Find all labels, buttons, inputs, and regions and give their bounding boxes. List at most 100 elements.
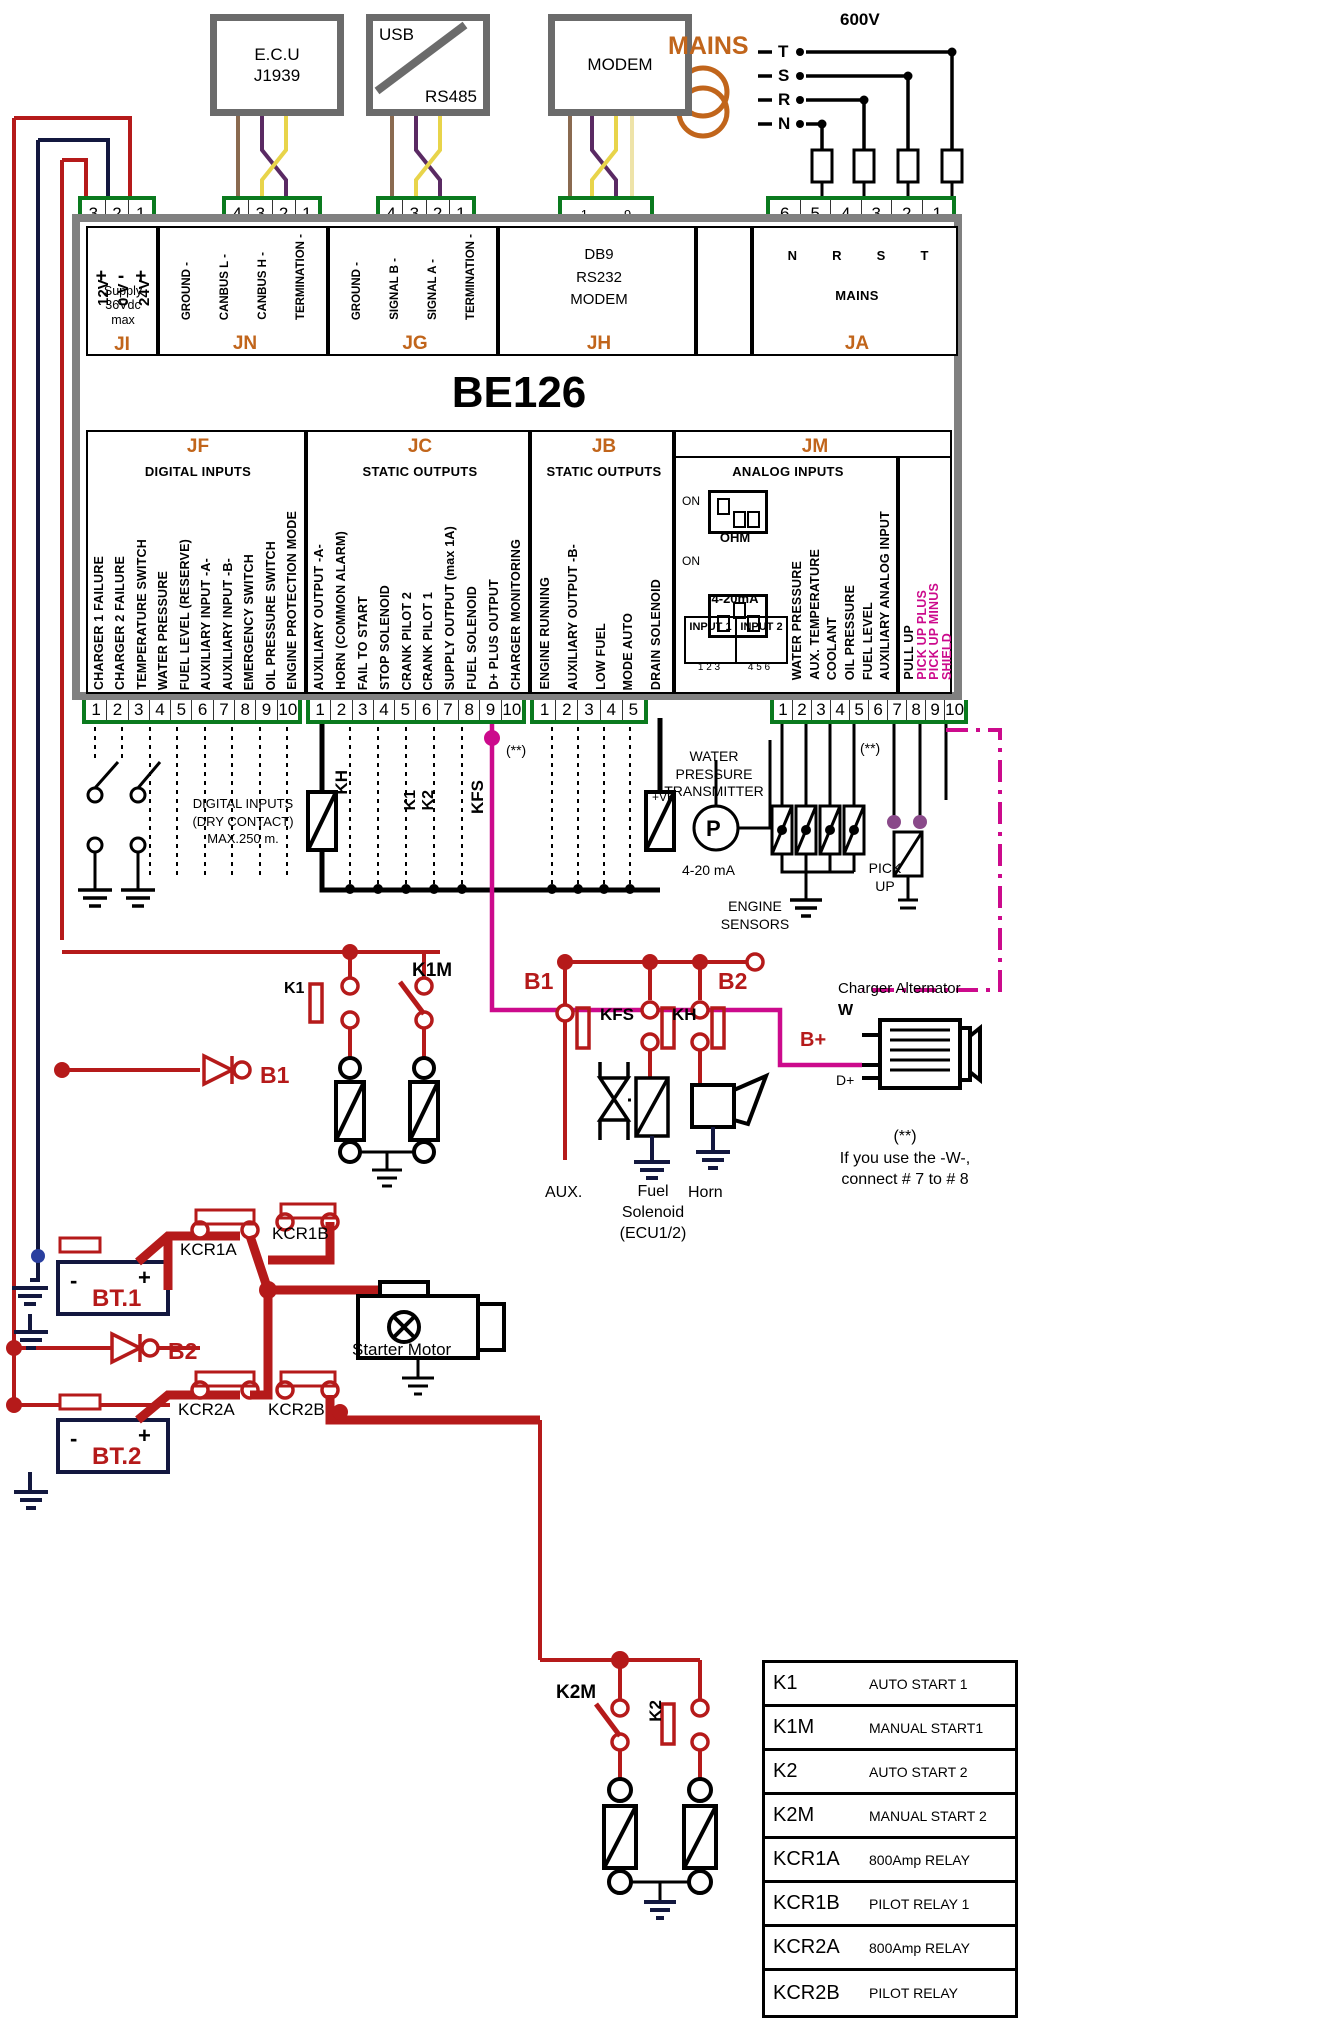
jc-bottom-pin-9[interactable]: 9 [480, 700, 502, 720]
connector-jb-bottom[interactable]: 1 2 3 4 5 [530, 700, 648, 724]
jm-bottom-pin-2[interactable]: 2 [793, 700, 813, 720]
jn-pin-label-3: CANBUS H - [257, 252, 269, 320]
label-kcr1a: KCR1A [180, 1240, 237, 1259]
jm-input-2: INPUT 2 [740, 621, 783, 633]
modem-label: MODEM [587, 55, 653, 75]
jf-bottom-pin-5[interactable]: 5 [171, 700, 193, 720]
tag-ji: JI [114, 334, 130, 355]
jc-bottom-pin-1[interactable]: 1 [310, 700, 332, 720]
label-kcr2a: KCR2A [178, 1400, 235, 1419]
pick-up-1: PICK [868, 860, 902, 876]
jm-bottom-pin-4[interactable]: 4 [831, 700, 851, 720]
tag-jn: JN [232, 333, 258, 354]
ja-pin-label-t: T [920, 248, 929, 263]
mains-phase-r: R [778, 90, 791, 109]
jn-pin-label-1: GROUND - [181, 261, 193, 320]
legend-desc-kcr2b: PILOT RELAY [869, 1985, 958, 2001]
jm-bottom-pin-5[interactable]: 5 [850, 700, 870, 720]
jc-bottom-pin-8[interactable]: 8 [459, 700, 481, 720]
jb-bottom-pin-3[interactable]: 3 [578, 700, 601, 720]
jf-title: DIGITAL INPUTS [144, 464, 252, 479]
label-k2-jc: K2 [420, 790, 437, 811]
jc-pin-label-4: STOP SOLENOID [377, 585, 392, 690]
legend-key-k2: K2 [773, 1760, 798, 1782]
horn-symbol [690, 1072, 770, 1129]
ecu-line-1: E.C.U [254, 44, 300, 64]
jf-bottom-pin-2[interactable]: 2 [107, 700, 129, 720]
jc-bottom-pin-10[interactable]: 10 [502, 700, 522, 720]
jf-bottom-pin-3[interactable]: 3 [129, 700, 150, 720]
page-title: BE126 [451, 368, 587, 417]
jm-420ma-label: 4-20mA [711, 591, 759, 606]
jn-pin-label-2: CANBUS L - [219, 253, 231, 320]
legend-table: K1 AUTO START 1 K1M MANUAL START1 K2 AUT… [762, 1660, 1018, 2018]
fuel-sol-2: Solenoid [621, 1203, 685, 1221]
jm-bottom-pin-1[interactable]: 1 [774, 700, 794, 720]
tag-jc: JC [407, 436, 433, 457]
battery-1-plus: + [138, 1265, 151, 1290]
asterisk-note-2: (**) [860, 740, 881, 756]
jc-bottom-pin-7[interactable]: 7 [438, 700, 460, 720]
legend-desc-k1m: MANUAL START1 [869, 1719, 984, 1736]
ja-title: MAINS [835, 288, 879, 303]
mains-fuse-icon [810, 148, 964, 184]
block-jb: JB STATIC OUTPUTS ENGINE RUNNING AUXILIA… [530, 430, 674, 694]
tag-ja: JA [844, 333, 870, 354]
jm-dip-2-nums: 4 5 6 [747, 662, 771, 673]
label-starter-motor: Starter Motor [352, 1340, 452, 1359]
jm-pin-label-1: WATER PRESSURE [790, 560, 804, 680]
jc-pin-label-9: D+ PLUS OUTPUT [487, 579, 501, 690]
jm-bottom-pin-3[interactable]: 3 [812, 700, 832, 720]
label-b1-bus: B1 [524, 968, 554, 994]
jn-pin-label-4: TERMINATION - [295, 233, 307, 320]
engine-sensors-label: ENGINE SENSORS [700, 898, 810, 933]
legend-desc-kcr1a: 800Amp RELAY [869, 1851, 970, 1868]
block-jc: JC STATIC OUTPUTS AUXILIARY OUTPUT -A- H… [306, 430, 530, 694]
star-note-1: (**) [893, 1128, 917, 1145]
tag-jh: JH [586, 333, 612, 354]
dipswitch-ohm[interactable] [708, 490, 768, 534]
jb-bottom-pin-1[interactable]: 1 [534, 700, 557, 720]
asterisk-note-1: (**) [506, 742, 527, 758]
jm-bottom-pin-8[interactable]: 8 [907, 700, 927, 720]
jb-bottom-pin-2[interactable]: 2 [556, 700, 579, 720]
jb-bottom-pin-4[interactable]: 4 [601, 700, 623, 720]
jf-bottom-pin-9[interactable]: 9 [256, 700, 278, 720]
connector-jf-bottom[interactable]: 1 2 3 4 5 6 7 8 9 10 [82, 700, 302, 724]
connector-jc-bottom[interactable]: 1 2 3 4 5 6 7 8 9 10 [306, 700, 526, 724]
legend-desc-kcr1b: PILOT RELAY 1 [869, 1895, 970, 1912]
jm-pin-label-10: SHIELD [939, 632, 954, 680]
jc-bottom-pin-6[interactable]: 6 [416, 700, 438, 720]
label-fuel-solenoid: Fuel Solenoid (ECU1/2) [605, 1182, 701, 1244]
jb-bottom-pin-5[interactable]: 5 [623, 700, 644, 720]
label-kcr1b: KCR1B [272, 1224, 329, 1243]
label-kh-jc: KH [332, 770, 351, 795]
connector-jm-bottom[interactable]: 1 2 3 4 5 6 7 8 9 10 [770, 700, 968, 724]
legend-row: KCR2B PILOT RELAY [765, 1971, 1015, 2015]
tag-jf: JF [186, 436, 210, 457]
jf-bottom-pin-10[interactable]: 10 [278, 700, 298, 720]
label-horn: Horn [688, 1184, 723, 1201]
jm-bottom-pin-9[interactable]: 9 [926, 700, 946, 720]
device-box-usb: USB RS485 [366, 14, 490, 116]
jf-bottom-pin-4[interactable]: 4 [150, 700, 172, 720]
jc-pin-label-5: CRANK PILOT 2 [399, 591, 414, 690]
jm-bottom-pin-7[interactable]: 7 [888, 700, 908, 720]
jc-bottom-pin-5[interactable]: 5 [395, 700, 417, 720]
jf-bottom-pin-1[interactable]: 1 [86, 700, 108, 720]
jf-bottom-pin-6[interactable]: 6 [192, 700, 214, 720]
jc-bottom-pin-2[interactable]: 2 [331, 700, 353, 720]
battery-2-minus: - [70, 1426, 78, 1451]
jc-bottom-pin-3[interactable]: 3 [353, 700, 374, 720]
jf-bottom-pin-7[interactable]: 7 [214, 700, 236, 720]
jm-bottom-pin-10[interactable]: 10 [945, 700, 964, 720]
jf-bottom-pin-8[interactable]: 8 [235, 700, 257, 720]
legend-row: KCR2A 800Amp RELAY [765, 1927, 1015, 1971]
jc-pin-label-7: SUPPLY OUTPUT (max 1A) [443, 525, 458, 690]
jm-bottom-pin-6[interactable]: 6 [869, 700, 889, 720]
jc-bottom-pin-4[interactable]: 4 [374, 700, 396, 720]
jc-pin-label-6: CRANK PILOT 1 [421, 591, 436, 690]
di-note-1: DIGITAL INPUTS [192, 796, 294, 811]
jf-pin-label-6: AUXILIARY INPUT -A- [199, 557, 214, 690]
star-note-3: connect # 7 to # 8 [841, 1171, 969, 1189]
